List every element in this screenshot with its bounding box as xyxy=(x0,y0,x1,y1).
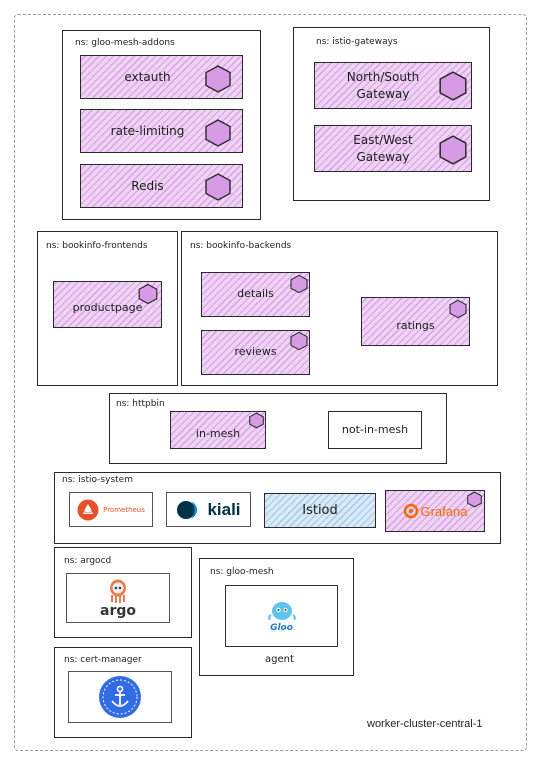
service-hexagon-icon xyxy=(439,135,467,165)
service-label: reviews xyxy=(234,345,277,359)
argo-label: argo xyxy=(100,603,136,619)
argo-octopus-icon xyxy=(110,579,126,603)
namespace-label: ns: istio-gateways xyxy=(316,37,398,47)
namespace-label: ns: argocd xyxy=(64,556,112,566)
service-label: productpage xyxy=(72,301,143,315)
service-hexagon-icon xyxy=(205,119,231,147)
kiali-icon xyxy=(177,500,198,519)
service-label: Redis xyxy=(131,178,164,193)
service-hexagon-icon xyxy=(249,412,264,429)
namespace-label: ns: gloo-mesh xyxy=(210,567,274,577)
service-not-in-mesh[interactable]: not-in-mesh xyxy=(328,411,422,449)
service-label: East/West Gateway xyxy=(353,133,413,164)
gloo-label: Gloo xyxy=(270,623,293,633)
kiali-logo-box: kiali xyxy=(166,492,251,527)
service-hexagon-icon xyxy=(467,491,482,508)
service-hexagon-icon xyxy=(205,65,231,93)
prometheus-label: Prometheus xyxy=(103,505,145,514)
argo-logo-box: argo xyxy=(66,573,170,623)
service-label: ratings xyxy=(396,319,435,333)
namespace-label: ns: bookinfo-frontends xyxy=(46,241,148,251)
service-label: North/South Gateway xyxy=(346,70,420,101)
namespace-label: ns: httpbin xyxy=(116,399,165,409)
service-label: rate-limiting xyxy=(110,123,185,138)
service-hexagon-icon xyxy=(138,283,158,305)
namespace-istio-gateways: ns: istio-gateways xyxy=(293,27,490,201)
cluster-name-label: worker-cluster-central-1 xyxy=(367,718,483,730)
prometheus-icon xyxy=(77,499,99,520)
cert-manager-logo-box xyxy=(68,671,172,723)
service-label: details xyxy=(237,287,274,301)
agent-label: agent xyxy=(265,654,294,665)
namespace-label: ns: gloo-mesh-addons xyxy=(75,38,175,48)
service-hexagon-icon xyxy=(449,299,467,319)
grafana-label: Grafana xyxy=(420,503,468,519)
namespace-label: ns: cert-manager xyxy=(64,655,142,665)
service-label: in-mesh xyxy=(195,426,241,440)
namespace-label: ns: istio-system xyxy=(62,475,133,485)
service-hexagon-icon xyxy=(205,173,231,201)
gloo-mascot-icon xyxy=(267,602,296,621)
istiod-component[interactable]: Istiod xyxy=(264,493,376,528)
service-hexagon-icon xyxy=(290,274,308,294)
istiod-label: Istiod xyxy=(302,502,338,518)
kiali-label: kiali xyxy=(207,499,241,519)
cert-manager-anchor-icon xyxy=(99,676,141,718)
prometheus-logo-box: Prometheus xyxy=(69,492,153,527)
namespace-label: ns: bookinfo-backends xyxy=(190,241,292,251)
service-label: extauth xyxy=(124,69,171,84)
gloo-agent-box[interactable]: Gloo xyxy=(225,585,338,647)
service-hexagon-icon xyxy=(290,331,308,351)
service-hexagon-icon xyxy=(439,71,467,101)
service-label: not-in-mesh xyxy=(341,422,409,436)
grafana-icon xyxy=(403,503,418,519)
